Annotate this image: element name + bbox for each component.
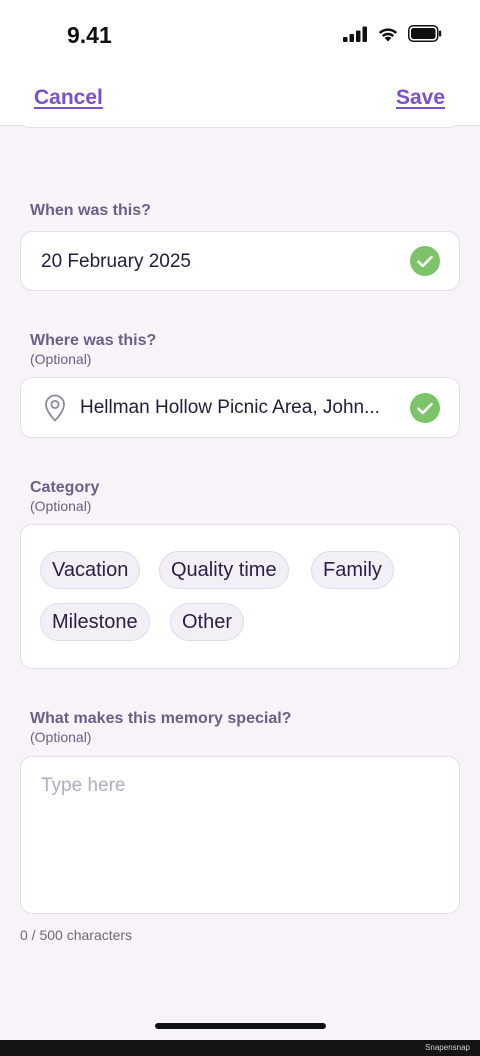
category-chip-milestone[interactable]: Milestone (40, 603, 150, 641)
nav-bar: Cancel Save (0, 70, 480, 126)
location-label: Where was this? (30, 332, 157, 349)
status-icons (343, 25, 442, 42)
check-icon (410, 393, 440, 423)
check-icon (410, 246, 440, 276)
category-chip-other[interactable]: Other (170, 603, 245, 641)
location-optional: (Optional) (30, 351, 92, 367)
special-label: What makes this memory special? (30, 710, 292, 727)
category-chip-family[interactable]: Family (311, 551, 394, 589)
category-card: Vacation Quality time Family Milestone O… (20, 524, 460, 669)
battery-icon (408, 25, 442, 42)
date-value: 20 February 2025 (41, 251, 191, 272)
watermark: Snapensnap (425, 1043, 470, 1052)
wifi-icon (378, 28, 398, 42)
character-count: 0 / 500 characters (20, 927, 133, 943)
cancel-button[interactable]: Cancel (34, 86, 103, 110)
category-chip-vacation[interactable]: Vacation (40, 551, 141, 589)
location-pin-icon (45, 394, 65, 422)
category-optional: (Optional) (30, 498, 92, 514)
save-button[interactable]: Save (396, 86, 445, 110)
date-field[interactable]: 20 February 2025 (20, 231, 460, 291)
home-indicator (155, 1023, 326, 1029)
signal-icon (343, 26, 367, 42)
bottom-strip (0, 1040, 480, 1056)
location-field[interactable]: Hellman Hollow Picnic Area, John... (20, 377, 460, 438)
special-optional: (Optional) (30, 729, 92, 745)
location-value: Hellman Hollow Picnic Area, John... (80, 397, 380, 418)
special-textarea[interactable] (20, 756, 460, 914)
date-label: When was this? (30, 202, 151, 219)
status-bar: 9.41 (0, 0, 480, 70)
status-time: 9.41 (67, 22, 112, 48)
category-chip-quality-time[interactable]: Quality time (159, 551, 289, 589)
category-label: Category (30, 479, 100, 496)
